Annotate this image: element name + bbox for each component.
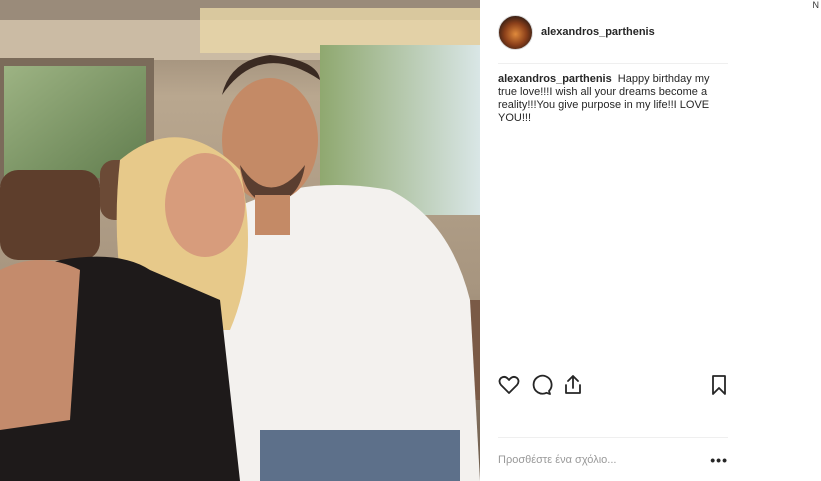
comment-input[interactable] (498, 454, 678, 466)
bookmark-icon[interactable] (707, 373, 731, 397)
caption-username[interactable]: alexandros_parthenis (498, 73, 612, 85)
share-icon[interactable] (561, 373, 585, 397)
post-caption: alexandros_parthenis Happy birthday my t… (498, 73, 726, 125)
comment-bar: ••• (498, 450, 728, 470)
heart-icon[interactable] (497, 373, 521, 397)
comment-divider (498, 437, 728, 438)
corner-mark: N (812, 0, 820, 10)
avatar[interactable] (498, 14, 533, 50)
post-header: alexandros_parthenis (498, 14, 728, 50)
post-actions (497, 373, 731, 397)
post-photo-illustration (0, 0, 480, 481)
header-divider (498, 63, 728, 64)
username-link[interactable]: alexandros_parthenis (541, 26, 655, 38)
more-options-icon[interactable]: ••• (710, 452, 728, 468)
post-photo[interactable] (0, 0, 480, 481)
comment-icon[interactable] (529, 373, 553, 397)
post-side-panel: alexandros_parthenis alexandros_partheni… (480, 0, 821, 481)
